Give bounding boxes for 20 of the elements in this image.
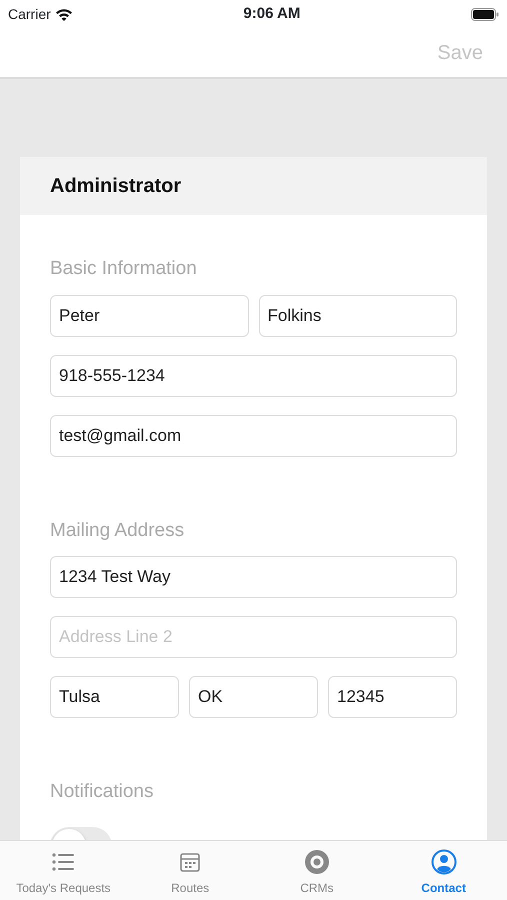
input-field[interactable]: 12345: [328, 676, 457, 718]
input-field[interactable]: Folkins: [258, 294, 457, 336]
person-icon: [430, 849, 457, 875]
section-title: Basic Information: [50, 258, 197, 279]
input-field[interactable]: 918-555-1234: [50, 354, 457, 396]
section-title: Mailing Address: [50, 520, 184, 540]
status-time: 9:06 AM: [243, 4, 300, 24]
battery-icon: [471, 8, 499, 20]
wifi-icon: [54, 8, 73, 20]
target-icon: [304, 849, 330, 875]
card-title: Administrator: [50, 174, 182, 199]
input-field[interactable]: OK: [189, 676, 318, 718]
input-field[interactable]: 1234 Test Way: [50, 556, 457, 598]
input-field[interactable]: Address Line 2: [50, 616, 457, 658]
input-field[interactable]: Peter: [50, 294, 248, 336]
carrier-label: Carrier: [8, 4, 51, 24]
section-title: Notifications: [50, 781, 154, 802]
input-field[interactable]: Tulsa: [50, 676, 179, 718]
input-field[interactable]: test@gmail.com: [50, 414, 457, 456]
tab[interactable]: Contact: [380, 841, 507, 900]
